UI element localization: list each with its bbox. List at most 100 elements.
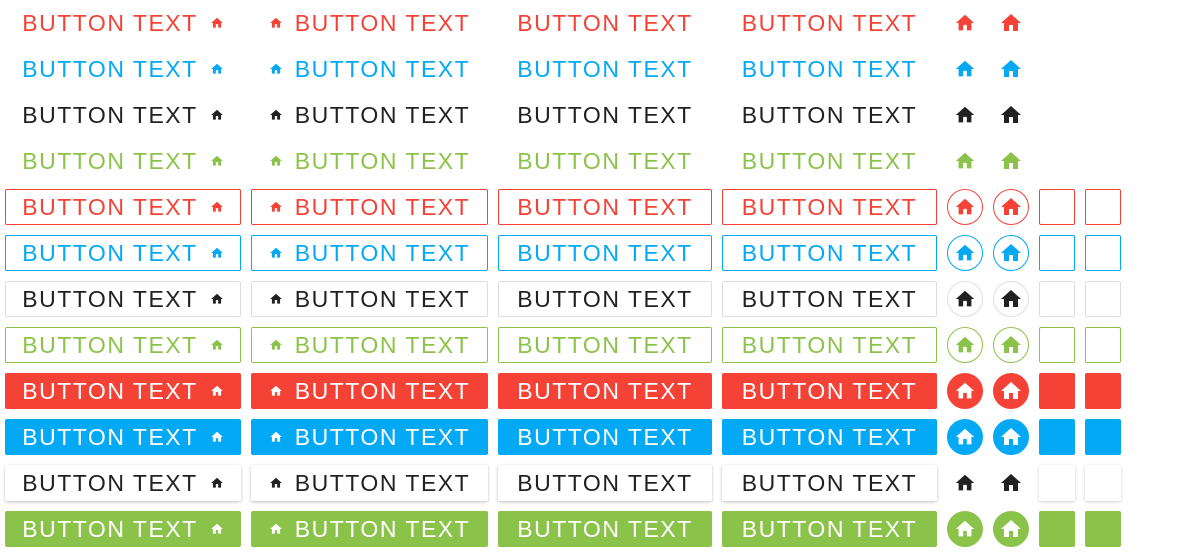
outlined-red-icon-only-small-button[interactable] — [947, 189, 983, 225]
flat-blue-text-only-button[interactable]: BUTTON TEXT — [498, 51, 712, 87]
flat-green-text-with-leading-icon-button[interactable]: BUTTON TEXT — [251, 143, 488, 179]
outlined-blue-square-blank-button[interactable] — [1085, 235, 1121, 271]
raised-red-text-only-wide-button[interactable]: BUTTON TEXT — [722, 373, 937, 409]
raised-blue-icon-only-large-button[interactable] — [993, 419, 1029, 455]
flat-black-text-with-leading-icon-button[interactable]: BUTTON TEXT — [251, 97, 488, 133]
button-label: BUTTON TEXT — [517, 9, 693, 36]
home-icon — [954, 426, 976, 448]
raised-red-icon-only-small-button[interactable] — [947, 373, 983, 409]
flat-blue-text-with-leading-icon-button[interactable]: BUTTON TEXT — [251, 51, 488, 87]
outlined-red-text-with-trailing-icon-button[interactable]: BUTTON TEXT — [5, 189, 241, 225]
outlined-green-icon-only-small-button[interactable] — [947, 327, 983, 363]
outlined-black-icon-only-large-button[interactable] — [993, 281, 1029, 317]
flat-blue-text-with-trailing-icon-button[interactable]: BUTTON TEXT — [5, 51, 241, 87]
button-label: BUTTON TEXT — [517, 55, 693, 82]
raised-blue-text-with-leading-icon-button[interactable]: BUTTON TEXT — [251, 419, 488, 455]
raised-green-icon-only-small-button[interactable] — [947, 511, 983, 547]
outlined-blue-text-only-wide-button[interactable]: BUTTON TEXT — [722, 235, 937, 271]
outlined-green-icon-only-large-button[interactable] — [993, 327, 1029, 363]
outlined-blue-text-with-trailing-icon-button[interactable]: BUTTON TEXT — [5, 235, 241, 271]
outlined-blue-icon-only-large-button[interactable] — [993, 235, 1029, 271]
outlined-green-square-blank-narrow-button[interactable] — [1039, 327, 1075, 363]
flat-red-text-with-trailing-icon-button[interactable]: BUTTON TEXT — [5, 5, 241, 41]
home-icon — [954, 518, 976, 540]
flat-red-icon-only-large-button[interactable] — [993, 5, 1029, 41]
outlined-black-text-with-leading-icon-button[interactable]: BUTTON TEXT — [251, 281, 488, 317]
outlined-blue-row: BUTTON TEXT BUTTON TEXT BUTTON TEXT BUTTON … — [0, 235, 1184, 271]
outlined-black-square-blank-button[interactable] — [1085, 281, 1121, 317]
raised-red-icon-only-large-button[interactable] — [993, 373, 1029, 409]
raised-blue-text-only-button[interactable]: BUTTON TEXT — [498, 419, 712, 455]
outlined-green-text-with-leading-icon-button[interactable]: BUTTON TEXT — [251, 327, 488, 363]
flat-green-text-only-wide-button[interactable]: BUTTON TEXT — [722, 143, 937, 179]
raised-green-text-only-button[interactable]: BUTTON TEXT — [498, 511, 712, 547]
home-icon — [210, 476, 224, 490]
flat-red-text-only-wide-button[interactable]: BUTTON TEXT — [722, 5, 937, 41]
flat-blue-icon-only-small-button[interactable] — [947, 51, 983, 87]
flat-black-text-only-button[interactable]: BUTTON TEXT — [498, 97, 712, 133]
flat-green-text-only-button[interactable]: BUTTON TEXT — [498, 143, 712, 179]
raised-black-text-only-wide-button[interactable]: BUTTON TEXT — [722, 465, 937, 501]
outlined-red-icon-only-large-button[interactable] — [993, 189, 1029, 225]
raised-red-square-blank-button[interactable] — [1085, 373, 1121, 409]
flat-black-icon-only-small-button[interactable] — [947, 97, 983, 133]
flat-black-icon-only-large-button[interactable] — [993, 97, 1029, 133]
flat-blue-text-only-wide-button[interactable]: BUTTON TEXT — [722, 51, 937, 87]
raised-green-square-blank-button[interactable] — [1085, 511, 1121, 547]
flat-green-icon-only-large-button[interactable] — [993, 143, 1029, 179]
raised-red-text-with-trailing-icon-button[interactable]: BUTTON TEXT — [5, 373, 241, 409]
raised-black-square-blank-narrow-button[interactable] — [1039, 465, 1075, 501]
outlined-red-square-blank-narrow-button[interactable] — [1039, 189, 1075, 225]
raised-blue-square-blank-button[interactable] — [1085, 419, 1121, 455]
outlined-blue-text-only-button[interactable]: BUTTON TEXT — [498, 235, 712, 271]
outlined-red-text-with-leading-icon-button[interactable]: BUTTON TEXT — [251, 189, 488, 225]
raised-black-text-with-leading-icon-button[interactable]: BUTTON TEXT — [251, 465, 488, 501]
flat-black-text-with-trailing-icon-button[interactable]: BUTTON TEXT — [5, 97, 241, 133]
raised-green-icon-only-large-button[interactable] — [993, 511, 1029, 547]
outlined-blue-square-blank-narrow-button[interactable] — [1039, 235, 1075, 271]
outlined-blue-text-with-leading-icon-button[interactable]: BUTTON TEXT — [251, 235, 488, 271]
outlined-black-square-blank-narrow-button[interactable] — [1039, 281, 1075, 317]
outlined-black-text-only-wide-button[interactable]: BUTTON TEXT — [722, 281, 937, 317]
outlined-black-text-only-button[interactable]: BUTTON TEXT — [498, 281, 712, 317]
flat-red-text-only-button[interactable]: BUTTON TEXT — [498, 5, 712, 41]
raised-black-text-only-button[interactable]: BUTTON TEXT — [498, 465, 712, 501]
button-label: BUTTON TEXT — [517, 423, 693, 450]
button-label: BUTTON TEXT — [741, 331, 918, 358]
outlined-red-text-only-button[interactable]: BUTTON TEXT — [498, 189, 712, 225]
home-icon — [210, 246, 224, 260]
outlined-black-icon-only-small-button[interactable] — [947, 281, 983, 317]
outlined-blue-icon-only-small-button[interactable] — [947, 235, 983, 271]
outlined-green-text-only-button[interactable]: BUTTON TEXT — [498, 327, 712, 363]
raised-red-text-only-button[interactable]: BUTTON TEXT — [498, 373, 712, 409]
raised-red-square-blank-narrow-button[interactable] — [1039, 373, 1075, 409]
raised-blue-text-with-trailing-icon-button[interactable]: BUTTON TEXT — [5, 419, 241, 455]
raised-red-text-with-leading-icon-button[interactable]: BUTTON TEXT — [251, 373, 488, 409]
outlined-red-square-blank-button[interactable] — [1085, 189, 1121, 225]
flat-red-icon-only-small-button[interactable] — [947, 5, 983, 41]
raised-black-row: BUTTON TEXT BUTTON TEXT BUTTON TEXT BUTTON … — [0, 465, 1184, 501]
raised-black-square-blank-button[interactable] — [1085, 465, 1121, 501]
raised-black-icon-only-small-button[interactable] — [947, 465, 983, 501]
outlined-green-square-blank-button[interactable] — [1085, 327, 1121, 363]
flat-green-text-with-trailing-icon-button[interactable]: BUTTON TEXT — [5, 143, 241, 179]
raised-black-icon-only-large-button[interactable] — [993, 465, 1029, 501]
flat-black-text-only-wide-button[interactable]: BUTTON TEXT — [722, 97, 937, 133]
flat-blue-icon-only-large-button[interactable] — [993, 51, 1029, 87]
raised-blue-square-blank-narrow-button[interactable] — [1039, 419, 1075, 455]
flat-green-icon-only-small-button[interactable] — [947, 143, 983, 179]
raised-green-text-only-wide-button[interactable]: BUTTON TEXT — [722, 511, 937, 547]
raised-blue-text-only-wide-button[interactable]: BUTTON TEXT — [722, 419, 937, 455]
raised-green-square-blank-narrow-button[interactable] — [1039, 511, 1075, 547]
outlined-black-text-with-trailing-icon-button[interactable]: BUTTON TEXT — [5, 281, 241, 317]
flat-red-text-with-leading-icon-button[interactable]: BUTTON TEXT — [251, 5, 488, 41]
button-label: BUTTON TEXT — [22, 423, 198, 450]
button-label: BUTTON TEXT — [22, 469, 198, 496]
raised-green-text-with-leading-icon-button[interactable]: BUTTON TEXT — [251, 511, 488, 547]
raised-black-text-with-trailing-icon-button[interactable]: BUTTON TEXT — [5, 465, 241, 501]
outlined-red-text-only-wide-button[interactable]: BUTTON TEXT — [722, 189, 937, 225]
outlined-green-text-only-wide-button[interactable]: BUTTON TEXT — [722, 327, 937, 363]
raised-green-text-with-trailing-icon-button[interactable]: BUTTON TEXT — [5, 511, 241, 547]
outlined-green-text-with-trailing-icon-button[interactable]: BUTTON TEXT — [5, 327, 241, 363]
raised-blue-icon-only-small-button[interactable] — [947, 419, 983, 455]
